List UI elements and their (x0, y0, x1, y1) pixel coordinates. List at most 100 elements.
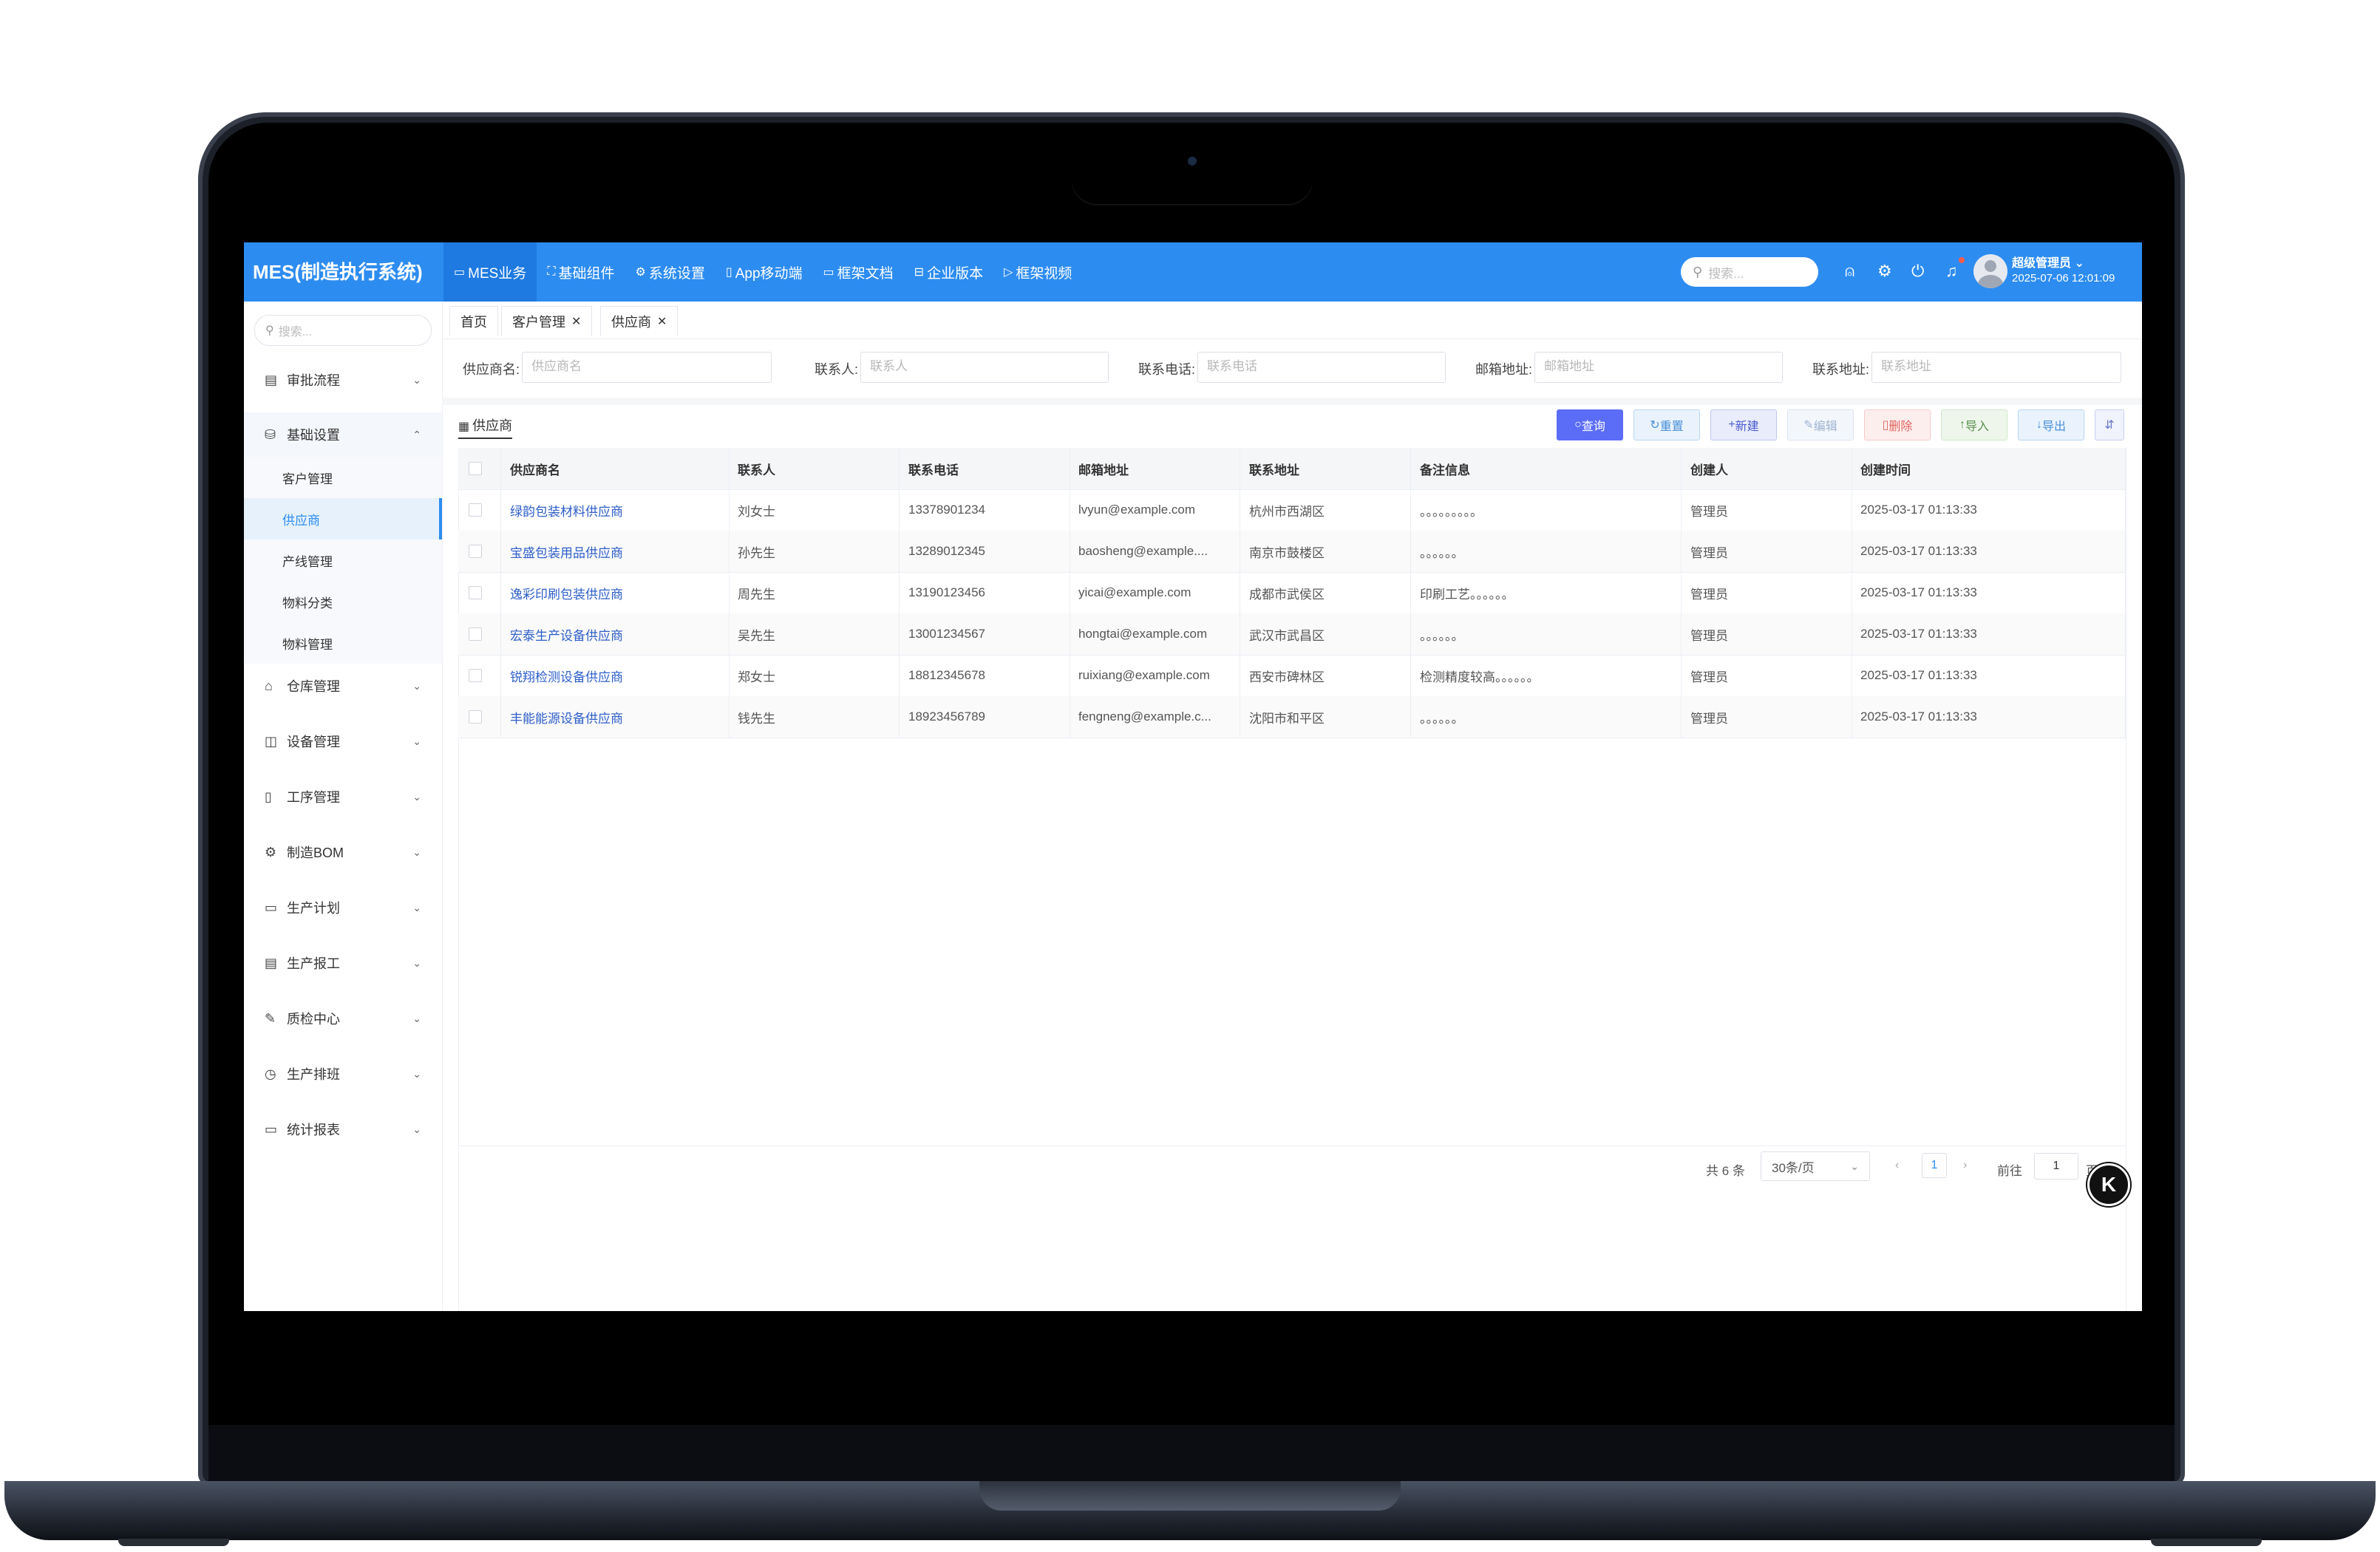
sidebar-item-quality[interactable]: ✎ 质检中心 ⌄ (244, 996, 442, 1041)
top-bar: MES(制造执行系统) ▭ MES业务 ⛶ 基础组件 ⚙ 系统设置 ▯ App移动端 ▭… (244, 242, 2142, 302)
chevron-right-icon[interactable]: › (1963, 1159, 1967, 1172)
edit-button[interactable]: ✎ 编辑 (1787, 409, 1854, 440)
add-button[interactable]: + 新建 (1710, 409, 1777, 440)
chevron-down-icon: ⌄ (412, 679, 421, 692)
sidebar-item-label: 制造BOM (287, 845, 344, 860)
supplier-name-link[interactable]: 逸彩印刷包装供应商 (501, 572, 730, 613)
phone-field[interactable] (1198, 353, 1445, 381)
reset-button[interactable]: ↻ 重置 (1633, 409, 1700, 440)
sidebar-item-equipment[interactable]: ◫ 设备管理 ⌄ (244, 719, 442, 763)
arrow-up-icon: ↑ (1959, 418, 1965, 431)
contact-field[interactable] (861, 353, 1108, 381)
power-icon[interactable]: ⏻ (1911, 262, 1924, 281)
address-input[interactable] (1871, 352, 2121, 383)
close-icon[interactable]: ✕ (571, 314, 581, 329)
row-checkbox[interactable] (458, 613, 501, 655)
table-cell: 郑女士 (729, 655, 900, 696)
sidebar-item-warehouse[interactable]: ⌂ 仓库管理 ⌄ (244, 664, 442, 708)
table-cell: 武汉市武昌区 (1240, 613, 1411, 655)
sidebar-item-label: 审批流程 (287, 373, 340, 388)
import-button[interactable]: ↑ 导入 (1941, 409, 2007, 440)
document-icon: ▤ (265, 955, 278, 970)
phone-input[interactable] (1197, 352, 1446, 383)
table-cell: 管理员 (1682, 572, 1852, 613)
goto-page-input[interactable]: 1 (2034, 1153, 2078, 1180)
avatar[interactable] (1973, 254, 2007, 288)
close-icon[interactable]: ✕ (657, 314, 667, 329)
supplier-name-link[interactable]: 绿韵包装材料供应商 (501, 489, 730, 531)
table-cell: yicai@example.com (1070, 572, 1240, 613)
gear-icon[interactable]: ⚙ (1877, 262, 1892, 281)
table-cell: 杭州市西湖区 (1240, 489, 1411, 531)
sidebar: ⚲ 搜索... ▤ 审批流程 ⌄ ⛁ 基础设置 ⌃ 客户管理 供应商 产线管理 物料分类… (244, 302, 443, 1311)
select-all-checkbox[interactable] (458, 448, 501, 489)
user-name[interactable]: 超级管理员 ⌄ (2012, 253, 2084, 270)
export-button[interactable]: ↓ 导出 (2018, 409, 2084, 440)
table-cell: 18923456789 (900, 696, 1070, 738)
query-button[interactable]: ○ 查询 (1557, 409, 1623, 440)
sidebar-item-work-report[interactable]: ▤ 生产报工 ⌄ (244, 941, 442, 985)
table-cell: 管理员 (1682, 696, 1852, 738)
sidebar-search-input[interactable]: ⚲ 搜索... (254, 315, 432, 346)
supplier-name-field[interactable] (523, 353, 771, 381)
folder-icon: ▭ (823, 266, 834, 279)
filter-label-phone: 联系电话: (1138, 362, 1196, 377)
sidebar-item-label: 仓库管理 (287, 679, 340, 694)
nav-item-mobile[interactable]: ▯ App移动端 (715, 242, 813, 302)
page-size-select[interactable]: 30条/页 ⌄ (1761, 1151, 1870, 1181)
user-icon[interactable]: ⍝ (1845, 262, 1854, 281)
sidebar-subitem-lines[interactable]: 产线管理 (244, 540, 442, 581)
supplier-name-link[interactable]: 宝盛包装用品供应商 (501, 531, 730, 572)
column-settings-button[interactable]: ⇵ (2095, 409, 2124, 440)
sidebar-subitem-material-category[interactable]: 物料分类 (244, 581, 442, 622)
page-number-current[interactable]: 1 (1922, 1153, 1947, 1178)
chevron-left-icon[interactable]: ‹ (1895, 1159, 1899, 1172)
sidebar-subitem-suppliers[interactable]: 供应商 (244, 498, 442, 540)
sidebar-item-production-plan[interactable]: ▭ 生产计划 ⌄ (244, 885, 442, 930)
tab-customers[interactable]: 客户管理 ✕ (501, 306, 593, 336)
supplier-name-link[interactable]: 丰能能源设备供应商 (501, 696, 730, 738)
nav-item-enterprise[interactable]: ⊟ 企业版本 (904, 242, 993, 302)
contact-input[interactable] (860, 352, 1109, 383)
column-header: 联系人 (729, 448, 900, 489)
sidebar-subitem-materials[interactable]: 物料管理 (244, 622, 442, 664)
table-cell: lvyun@example.com (1070, 489, 1240, 531)
top-search-box[interactable]: ⚲ 搜索... (1681, 257, 1818, 287)
row-checkbox[interactable] (458, 489, 501, 531)
nav-item-components[interactable]: ⛶ 基础组件 (537, 242, 625, 302)
email-field[interactable] (1535, 353, 1782, 381)
address-field[interactable] (1872, 353, 2121, 381)
tab-suppliers[interactable]: 供应商 ✕ (600, 306, 679, 336)
sidebar-item-label: 质检中心 (287, 1012, 340, 1027)
nav-item-settings[interactable]: ⚙ 系统设置 (625, 242, 715, 302)
supplier-name-link[interactable]: 锐翔检测设备供应商 (501, 655, 730, 696)
k-logo-badge[interactable]: K (2087, 1163, 2130, 1206)
video-icon: ▷ (1004, 266, 1013, 279)
app-screen: MES(制造执行系统) ▭ MES业务 ⛶ 基础组件 ⚙ 系统设置 ▯ App移动端 ▭… (244, 242, 2142, 1311)
cart-icon: ▭ (265, 899, 278, 915)
nav-item-docs[interactable]: ▭ 框架文档 (813, 242, 904, 302)
row-checkbox[interactable] (458, 572, 501, 613)
tab-home[interactable]: 首页 (449, 306, 498, 336)
row-checkbox[interactable] (458, 655, 501, 696)
row-checkbox[interactable] (458, 696, 501, 738)
nav-item-video[interactable]: ▷ 框架视频 (993, 242, 1082, 302)
import-button-label: 导入 (1965, 421, 1989, 433)
delete-button[interactable]: ▯ 删除 (1864, 409, 1931, 440)
sidebar-item-basic-settings[interactable]: ⛁ 基础设置 ⌃ (244, 412, 442, 457)
row-checkbox[interactable] (458, 531, 501, 572)
email-input[interactable] (1534, 352, 1783, 383)
supplier-name-link[interactable]: 宏泰生产设备供应商 (501, 613, 730, 655)
sidebar-item-bom[interactable]: ⚙ 制造BOM ⌄ (244, 830, 442, 874)
page-size-value: 30条/页 (1772, 1160, 1815, 1175)
sidebar-item-reports[interactable]: ▭ 统计报表 ⌄ (244, 1107, 442, 1151)
sidebar-item-approval[interactable]: ▤ 审批流程 ⌄ (244, 358, 442, 402)
bell-icon[interactable]: ♫ (1945, 262, 1958, 281)
sidebar-item-process[interactable]: ▯ 工序管理 ⌄ (244, 775, 442, 819)
reset-button-label: 重置 (1659, 421, 1684, 433)
sidebar-subitem-customers[interactable]: 客户管理 (244, 457, 442, 498)
camera-icon (1188, 157, 1197, 166)
sidebar-item-scheduling[interactable]: ◷ 生产排班 ⌄ (244, 1052, 442, 1096)
supplier-name-input[interactable] (522, 352, 772, 383)
nav-item-mes[interactable]: ▭ MES业务 (443, 242, 537, 302)
